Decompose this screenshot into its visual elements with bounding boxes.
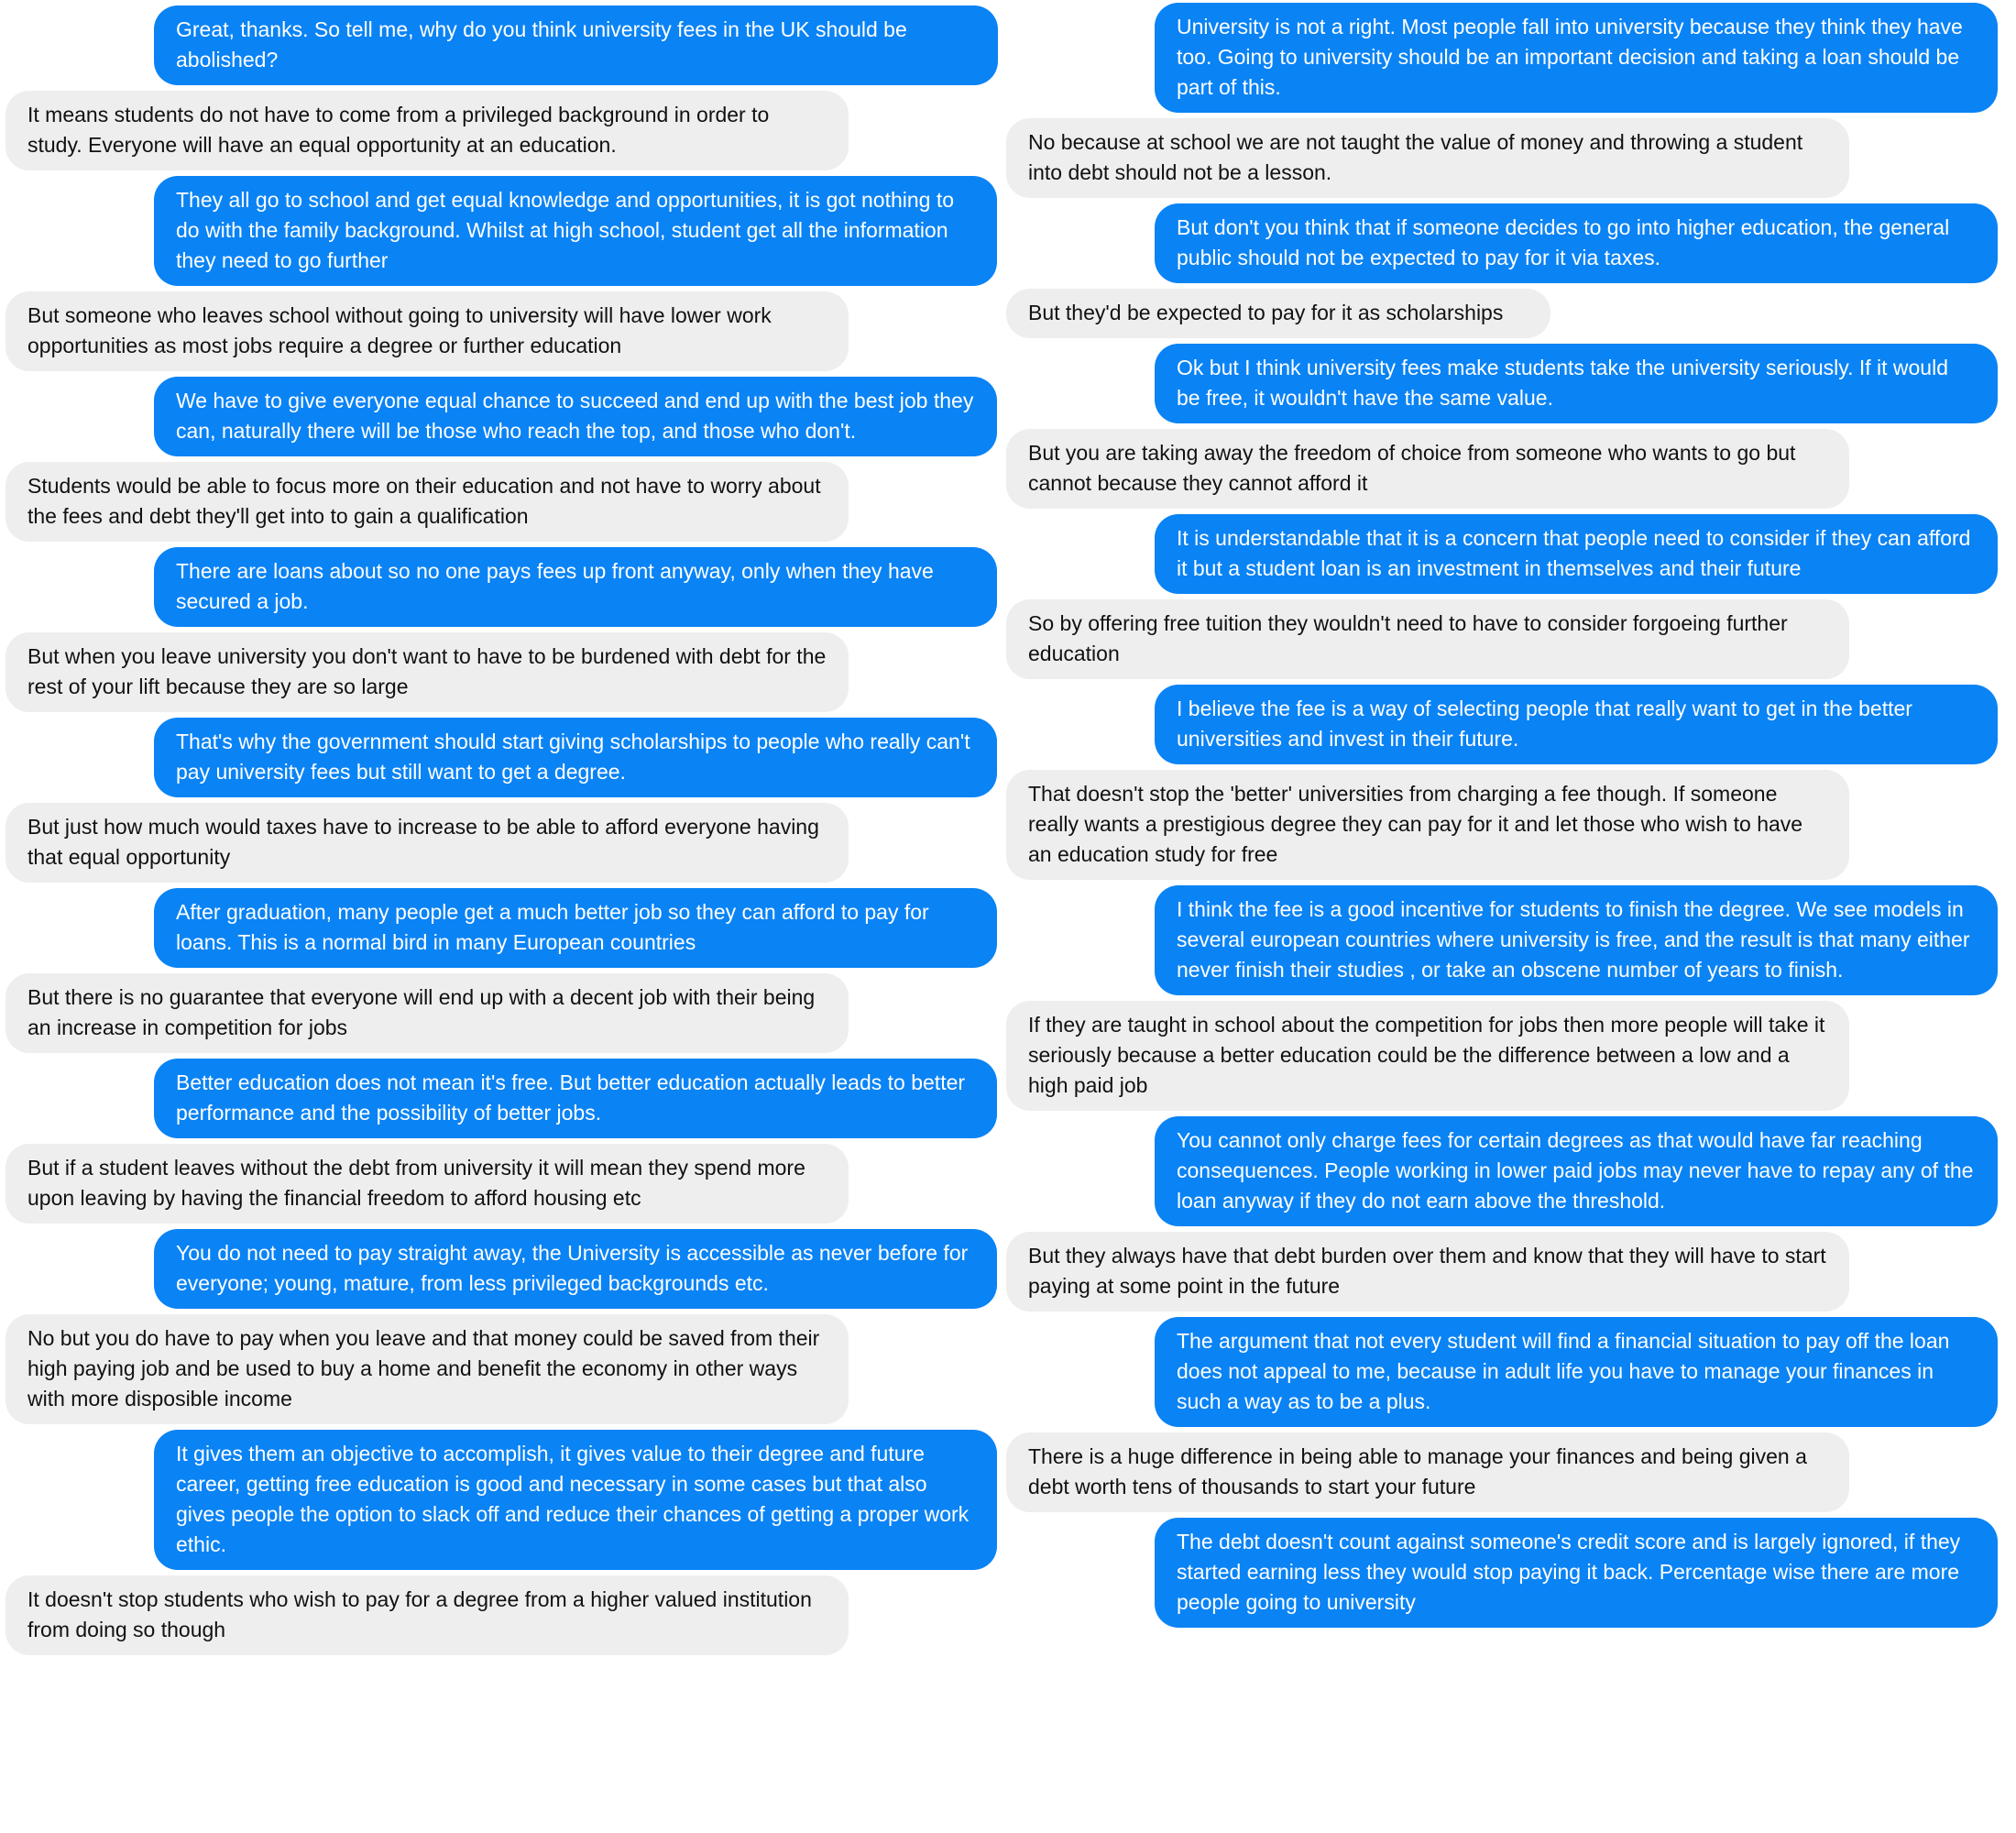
received-message: There is a huge difference in being able… [1006,1432,1849,1512]
sent-message: You cannot only charge fees for certain … [1155,1116,1998,1226]
received-message: But there is no guarantee that everyone … [5,973,849,1053]
sent-message: I believe the fee is a way of selecting … [1155,685,1998,764]
sent-message: That's why the government should start g… [154,718,997,797]
received-message: No but you do have to pay when you leave… [5,1314,849,1424]
sent-message: You do not need to pay straight away, th… [154,1229,997,1309]
received-message: So by offering free tuition they wouldn'… [1006,599,1849,679]
received-message: It doesn't stop students who wish to pay… [5,1575,849,1655]
received-message: But they always have that debt burden ov… [1006,1232,1849,1312]
sent-message: Ok but I think university fees make stud… [1155,344,1998,423]
sent-message: Great, thanks. So tell me, why do you th… [154,5,998,85]
received-message: But someone who leaves school without go… [5,291,849,371]
received-message: If they are taught in school about the c… [1006,1001,1849,1111]
received-message: Students would be able to focus more on … [5,462,849,542]
received-message: That doesn't stop the 'better' universit… [1006,770,1849,880]
received-message: But if a student leaves without the debt… [5,1144,849,1224]
received-message: It means students do not have to come fr… [5,91,849,170]
sent-message: They all go to school and get equal know… [154,176,997,286]
received-message: But they'd be expected to pay for it as … [1006,289,1550,338]
sent-message: There are loans about so no one pays fee… [154,547,997,627]
chat-column-left: Great, thanks. So tell me, why do you th… [0,0,999,1655]
sent-message: But don't you think that if someone deci… [1155,203,1998,283]
received-message: But you are taking away the freedom of c… [1006,429,1849,509]
sent-message: The argument that not every student will… [1155,1317,1998,1427]
sent-message: It gives them an objective to accomplish… [154,1430,997,1570]
chat-column-right: University is not a right. Most people f… [1001,0,2000,1628]
sent-message: University is not a right. Most people f… [1155,3,1998,113]
sent-message: Better education does not mean it's free… [154,1059,997,1138]
sent-message: I think the fee is a good incentive for … [1155,885,1998,995]
sent-message: After graduation, many people get a much… [154,888,997,968]
received-message: No because at school we are not taught t… [1006,118,1849,198]
sent-message: It is understandable that it is a concer… [1155,514,1998,594]
received-message: But just how much would taxes have to in… [5,803,849,883]
received-message: But when you leave university you don't … [5,632,849,712]
sent-message: The debt doesn't count against someone's… [1155,1518,1998,1628]
sent-message: We have to give everyone equal chance to… [154,377,997,456]
